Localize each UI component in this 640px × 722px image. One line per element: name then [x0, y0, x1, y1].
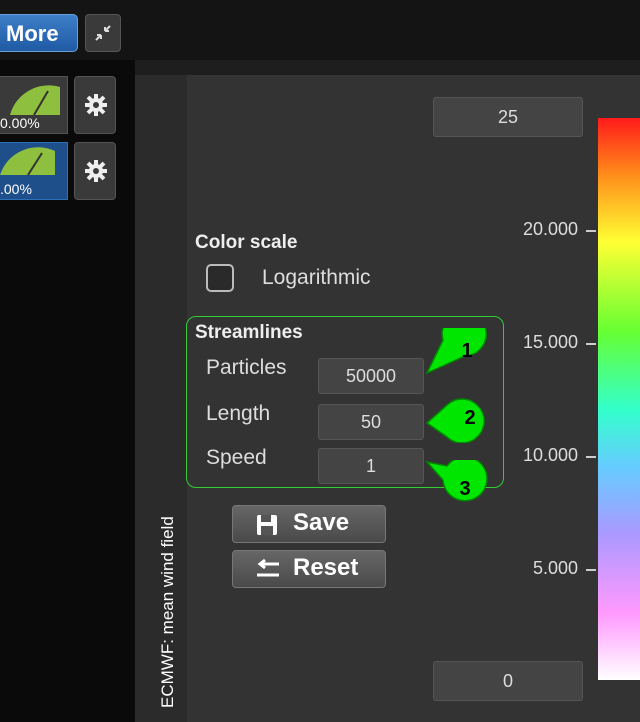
tick-mark [586, 230, 596, 232]
callout-number: 1 [461, 340, 473, 362]
tick-label: 5.000 [532, 558, 578, 578]
undo-icon [257, 558, 279, 577]
layer-item[interactable]: 0.00% [0, 76, 68, 134]
callout-number: 3 [459, 478, 471, 500]
layer-settings-button[interactable] [74, 76, 116, 134]
particles-label: Particles [206, 356, 287, 379]
collapse-button[interactable] [85, 14, 121, 52]
color-scale-heading: Color scale [195, 232, 298, 253]
gear-icon [85, 160, 107, 182]
scale-min-input[interactable]: 0 [433, 661, 583, 701]
save-label: Save [293, 509, 350, 536]
reset-label: Reset [293, 554, 359, 581]
layer-opacity: 0.00% [0, 115, 40, 131]
more-button[interactable]: More [0, 14, 78, 52]
tick-mark [586, 343, 596, 345]
callout-marker: 3 [424, 456, 497, 515]
collapse-icon [95, 25, 111, 41]
streamlines-heading: Streamlines [195, 322, 303, 343]
callout-marker: 2 [425, 393, 497, 448]
gauge-icon [10, 85, 60, 116]
particles-input[interactable]: 50000 [318, 358, 424, 394]
tick-label: 20.000 [522, 219, 578, 239]
logarithmic-label: Logarithmic [262, 266, 371, 289]
layer-item-selected[interactable]: .00% [0, 142, 68, 200]
logarithmic-checkbox[interactable] [206, 264, 234, 292]
save-icon [257, 515, 277, 535]
speed-input[interactable]: 1 [318, 448, 424, 484]
panel-title: ECMWF: mean wind field [158, 516, 177, 708]
layer-opacity: .00% [0, 181, 32, 197]
speed-label: Speed [206, 446, 267, 469]
gear-icon [85, 94, 107, 116]
tick-mark [586, 456, 596, 458]
layer-settings-button[interactable] [74, 142, 116, 200]
save-button[interactable]: Save [232, 505, 386, 543]
length-label: Length [206, 402, 271, 425]
tick-label: 15.000 [522, 332, 578, 352]
callout-number: 2 [464, 407, 476, 429]
gauge-icon [0, 147, 55, 176]
scale-max-input[interactable]: 25 [433, 97, 583, 137]
length-input[interactable]: 50 [318, 404, 424, 440]
callout-marker: 1 [425, 311, 497, 383]
reset-button[interactable]: Reset [232, 550, 386, 588]
tick-mark [586, 569, 596, 571]
tick-label: 10.000 [522, 445, 578, 465]
color-scale-bar [598, 118, 640, 680]
